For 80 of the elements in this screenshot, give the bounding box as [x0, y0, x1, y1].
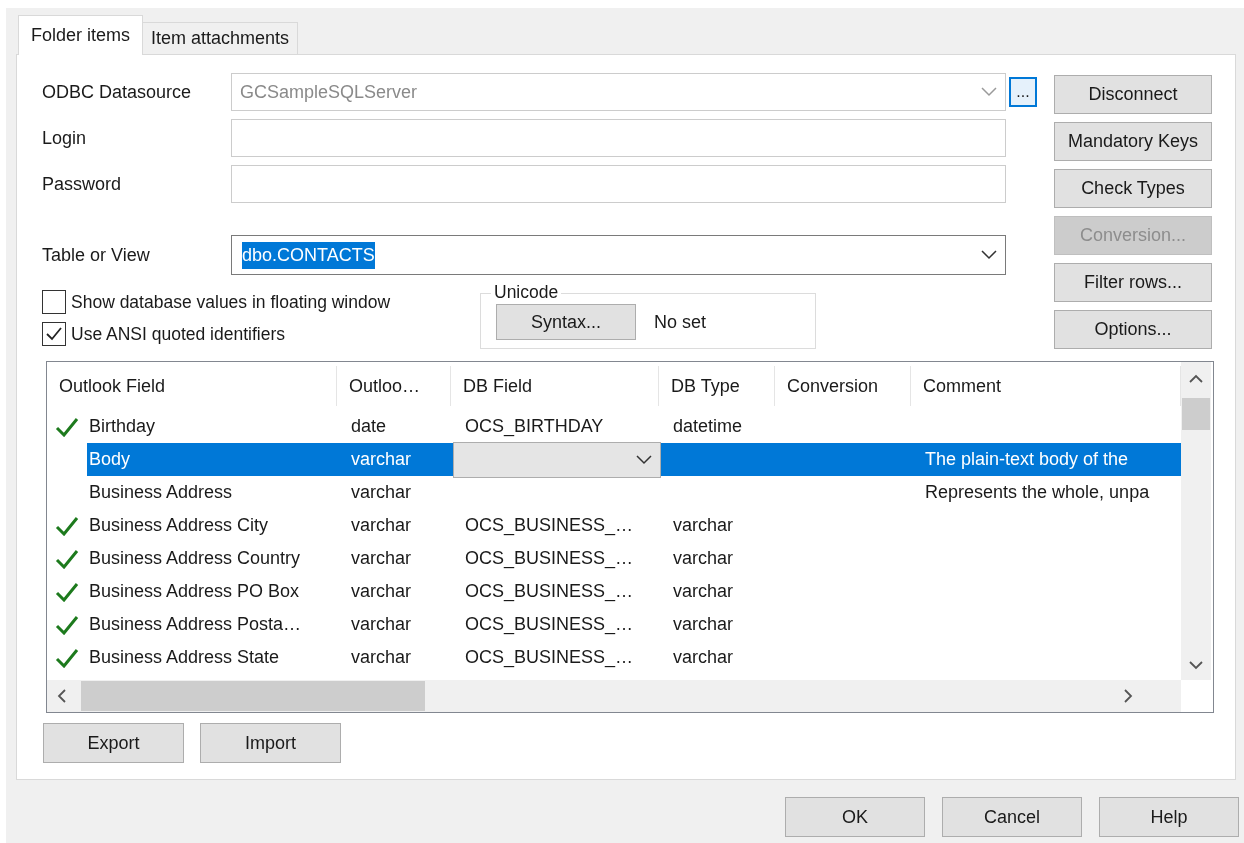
table-cell: varchar — [351, 647, 412, 667]
vertical-scrollbar[interactable] — [1181, 362, 1211, 680]
table-row[interactable]: Business Address City varchar OCS_BUSINESS_… varchar — [87, 509, 1183, 542]
table-cell: Business Address — [89, 482, 233, 502]
column-header[interactable]: Conversion — [775, 366, 911, 406]
table-cell: varchar — [673, 647, 734, 667]
table-cell: The plain-text body of the — [925, 449, 1129, 469]
column-header[interactable]: DB Field — [451, 366, 659, 406]
table-cell: varchar — [673, 614, 734, 634]
tab[interactable]: Item attachments — [142, 22, 299, 54]
chevron-icon — [636, 454, 652, 465]
input-field[interactable] — [231, 119, 1006, 157]
dialog-button[interactable]: Help — [1099, 797, 1239, 837]
table-cell: varchar — [351, 581, 412, 601]
side-button[interactable]: Mandatory Keys — [1054, 122, 1212, 161]
table-cell: varchar — [673, 548, 734, 568]
dialog-button[interactable]: OK — [785, 797, 925, 837]
chevron-icon — [981, 87, 997, 97]
side-button[interactable]: Disconnect — [1054, 75, 1212, 114]
checkbox[interactable] — [42, 322, 66, 347]
table-cell: Business Address City — [89, 515, 269, 535]
table-cell: varchar — [351, 614, 412, 634]
table-cell: Business Address Posta… — [89, 614, 302, 634]
table-cell: varchar — [351, 515, 412, 535]
table-row[interactable]: Birthday date OCS_BIRTHDAY datetime — [87, 410, 1183, 443]
checkbox-label: Use ANSI quoted identifiers — [71, 323, 285, 347]
table-cell: datetime — [673, 416, 743, 436]
selected-row[interactable]: Body varchar The plain-text body of the — [87, 443, 1183, 476]
side-button[interactable]: Filter rows... — [1054, 263, 1212, 302]
table-cell: OCS_BUSINESS_… — [465, 515, 634, 535]
table-row[interactable]: Business Address Posta… varchar OCS_BUSINESS_… varchar — [87, 608, 1183, 641]
unicode-value: No set — [654, 310, 707, 334]
scroll-up-icon[interactable] — [1189, 374, 1203, 384]
column-header[interactable]: Outlook Field — [47, 366, 337, 406]
table-row[interactable]: Business Address State varchar OCS_BUSINESS_… varchar — [87, 641, 1183, 674]
scroll-down-icon[interactable] — [1189, 660, 1203, 670]
scroll-thumb[interactable] — [81, 681, 425, 711]
table-cell: Body — [89, 449, 131, 469]
table-cell: varchar — [351, 449, 412, 469]
list-button[interactable]: Export — [43, 723, 184, 763]
list-button[interactable]: Import — [200, 723, 341, 763]
tab[interactable]: Folder items — [18, 15, 144, 55]
table-cell: OCS_BUSINESS_… — [465, 581, 634, 601]
scroll-thumb[interactable] — [1182, 398, 1210, 430]
field-label: Password — [42, 172, 123, 196]
table-cell: varchar — [351, 548, 412, 568]
table-cell: Birthday — [89, 416, 156, 436]
checkbox-label: Show database values in floating window — [71, 291, 391, 314]
chevron-icon — [981, 250, 997, 260]
table-cell: Represents the whole, unpa — [925, 482, 1150, 502]
column-header[interactable]: DB Type — [659, 366, 775, 406]
syntax-button[interactable]: Syntax... — [496, 304, 636, 340]
dialog-button[interactable]: Cancel — [942, 797, 1082, 837]
column-header[interactable]: Outloo… — [337, 366, 451, 406]
table-row[interactable]: Business Address PO Box varchar OCS_BUSINESS_… varchar — [87, 575, 1183, 608]
horizontal-scrollbar[interactable] — [47, 680, 1181, 712]
scroll-right-icon[interactable] — [1123, 689, 1133, 703]
table-cell: varchar — [673, 515, 734, 535]
cell-dropdown[interactable] — [453, 441, 661, 478]
table-cell: Business Address Country — [89, 548, 301, 568]
table-cell: varchar — [673, 581, 734, 601]
table-cell: date — [351, 416, 387, 436]
table-row[interactable]: Business Address varchar Represents the whole, unpa — [87, 476, 1183, 509]
table-combo[interactable]: dbo.CONTACTS — [231, 235, 1006, 275]
table-cell: OCS_BIRTHDAY — [465, 416, 604, 436]
table-cell: Business Address PO Box — [89, 581, 300, 601]
table-cell: OCS_BUSINESS_… — [465, 548, 634, 568]
scroll-left-icon[interactable] — [57, 689, 67, 703]
side-button[interactable]: Check Types — [1054, 169, 1212, 208]
side-button[interactable]: Options... — [1054, 310, 1212, 349]
field-label: Login — [42, 126, 88, 150]
checkbox[interactable] — [42, 290, 66, 315]
table-cell: Business Address State — [89, 647, 280, 667]
table-cell: OCS_BUSINESS_… — [465, 647, 634, 667]
table-cell: OCS_BUSINESS_… — [465, 614, 634, 634]
field-label: ODBC Datasource — [42, 80, 193, 104]
input-field[interactable] — [231, 165, 1006, 203]
field-label: Table or View — [42, 243, 151, 267]
table-cell: varchar — [351, 482, 412, 502]
table-row[interactable]: Business Address Country varchar OCS_BUSINESS_… varchar — [87, 542, 1183, 575]
